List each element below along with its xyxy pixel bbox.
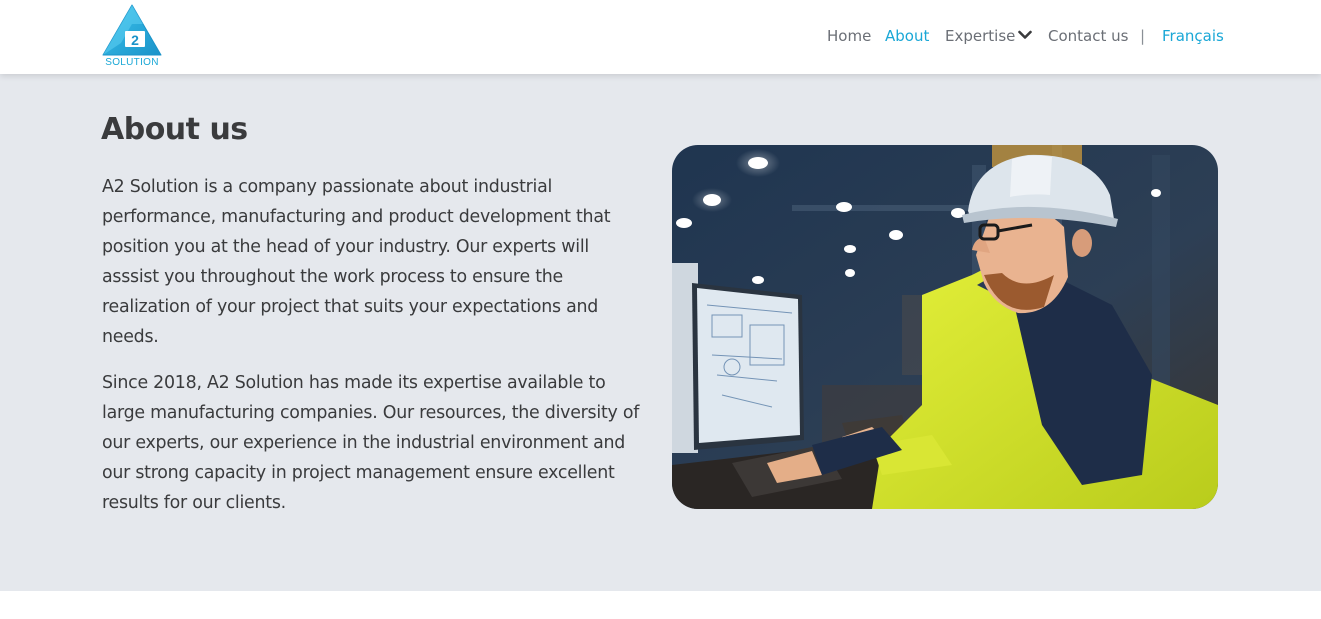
page-footer-blank bbox=[0, 591, 1321, 619]
page-title: About us bbox=[101, 112, 248, 147]
chevron-down-icon bbox=[1018, 30, 1033, 39]
logo-text: SOLUTION bbox=[105, 57, 159, 68]
about-paragraph-2: Since 2018, A2 Solution has made its exp… bbox=[102, 373, 640, 513]
nav-expertise[interactable]: Expertise bbox=[945, 26, 1033, 46]
site-header: 2 SOLUTION Home About Expertise Contact … bbox=[0, 0, 1321, 74]
language-switch[interactable]: Français bbox=[1162, 26, 1224, 46]
nav-about[interactable]: About bbox=[885, 26, 929, 46]
nav-contact[interactable]: Contact us bbox=[1048, 26, 1128, 46]
about-paragraph-1: A2 Solution is a company passionate abou… bbox=[102, 177, 611, 347]
engineer-photo bbox=[672, 145, 1218, 509]
nav-separator: | bbox=[1140, 27, 1146, 45]
main-nav: Home About Expertise Contact us | França… bbox=[0, 26, 1321, 48]
nav-home[interactable]: Home bbox=[827, 26, 871, 46]
nav-expertise-label: Expertise bbox=[945, 27, 1016, 45]
about-section: About us A2 Solution is a company passio… bbox=[0, 74, 1321, 591]
engineer-at-computer-photo-icon bbox=[672, 145, 1218, 509]
